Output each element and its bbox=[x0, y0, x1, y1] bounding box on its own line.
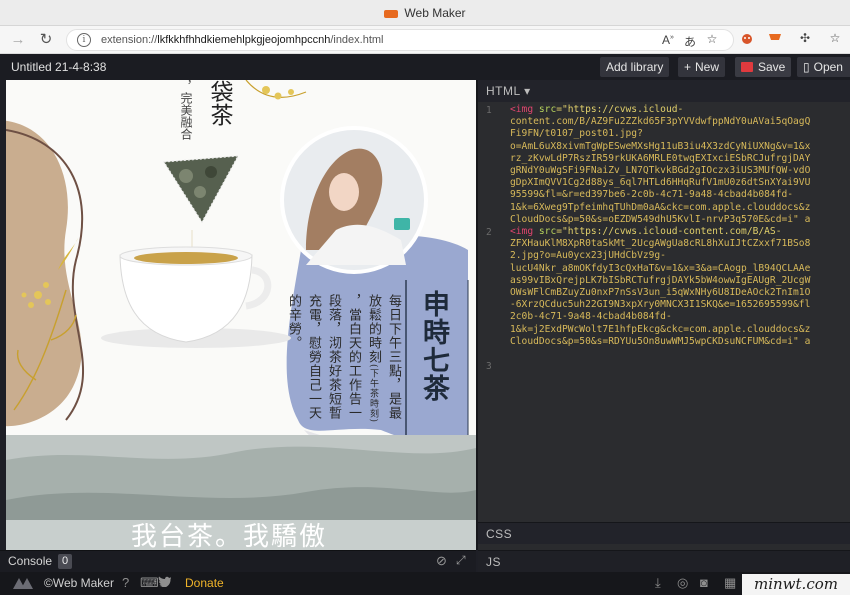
clear-console-icon[interactable]: ⊘ bbox=[436, 553, 447, 569]
code-line: Fi9FN/t0107_post01.jpg? bbox=[510, 128, 643, 140]
folder-icon: ▯ bbox=[803, 60, 810, 74]
js-pane-header[interactable]: JS bbox=[478, 550, 850, 572]
footer-brand[interactable]: ©Web Maker bbox=[44, 576, 114, 590]
code-line: as99vIBxQrejpLK7bISbRCTufrgjDAYk5bW4owwI… bbox=[510, 274, 811, 286]
url-text: extension://lkfkkhfhhdkiemehlpkgjeojomhp… bbox=[101, 34, 384, 46]
webmaker-favicon-icon bbox=[384, 9, 399, 18]
watermark: minwt.com bbox=[742, 574, 850, 595]
chevron-down-icon[interactable]: ▾ bbox=[524, 84, 531, 98]
html-code[interactable]: <img src="https://cvws.icloud-content.co… bbox=[510, 104, 850, 348]
code-line: rz_zKvwLdP7RszIR59rkUKA6MRLE0twqEXIxciES… bbox=[510, 152, 811, 164]
add-library-button[interactable]: Add library bbox=[600, 57, 670, 77]
favorite-star-icon[interactable]: ☆ bbox=[703, 32, 721, 46]
console-bar[interactable]: Console 0 ⊘ ⤢ bbox=[0, 550, 476, 572]
code-line: -6XrzQCduc5uh22GI9N3xpXry0MNCX3I1SKQ&e=1… bbox=[510, 299, 811, 311]
poster-text-col6: 的辛勞。 bbox=[286, 294, 301, 350]
code-line: <img src="https://cvws.icloud-content.co… bbox=[510, 226, 782, 238]
poster-top-text: ，完美融合 bbox=[179, 80, 193, 140]
line-number: 2 bbox=[486, 227, 492, 238]
poster-text-col5: 充電，慰勞自己一天 bbox=[306, 294, 321, 420]
poster-top-heading: 袋茶 bbox=[206, 80, 232, 126]
save-icon bbox=[741, 62, 753, 72]
poster-banner: 我台茶。我驕傲 bbox=[131, 522, 328, 550]
preview-frame[interactable]: 袋茶 ，完美融合 申時七茶 每日下午三點，是最 放鬆的時刻(下午茶時刻) ，當白… bbox=[6, 80, 476, 550]
screenshot-camera-icon[interactable]: ◙ bbox=[700, 575, 708, 590]
codepen-icon[interactable]: ◎ bbox=[677, 575, 688, 591]
code-line: CloudDocs&p=50&s=RDYUu5On8uwWMJ5wpCKDsuN… bbox=[510, 335, 811, 347]
code-line: OWsWFlCmBZuyZu0nxP7nSsV3un_i5qWxNHy6U8ID… bbox=[510, 287, 811, 299]
code-line: o=AmL6uX8xivmTgWpESweMXsHg11uB3iu4X3zdCy… bbox=[510, 140, 811, 152]
code-line: lucU4Nkr_a8mOKfdyI3cQxHaT&v=1&x=3&a=CAog… bbox=[510, 262, 811, 274]
twitter-icon[interactable] bbox=[158, 575, 171, 590]
reload-icon[interactable]: ↻ bbox=[36, 30, 56, 50]
css-pane-header[interactable]: CSS bbox=[478, 522, 850, 544]
console-label[interactable]: Console bbox=[8, 554, 52, 568]
webmaker-logo-icon bbox=[13, 578, 33, 589]
code-line: 95599&fl=&r=ed397be6-2c0b-4c71-9a48-4cba… bbox=[510, 189, 794, 201]
code-line: ZFXHauKlM8XpR0taSkMt_2UcgAWgUa8cRL8hXuIJ… bbox=[510, 238, 811, 250]
line-gutter: 1 2 3 bbox=[478, 102, 506, 522]
html-pane-header[interactable]: HTML ▾ bbox=[478, 80, 850, 102]
favorites-list-icon[interactable]: ☆ bbox=[826, 31, 844, 45]
code-line: 2c0b-4c71-9a48-4cbad4b084fd- bbox=[510, 311, 672, 323]
new-button[interactable]: + New bbox=[678, 57, 726, 77]
donate-link[interactable]: Donate bbox=[185, 576, 224, 590]
poster-text-col1: 每日下午三點，是最 bbox=[386, 294, 401, 420]
help-icon[interactable]: ? bbox=[122, 575, 129, 590]
code-line: 1&k=6Xweg9TpfeimhqTUhDm0aA&ckc=com.apple… bbox=[510, 201, 811, 213]
poster-title: 申時七茶 bbox=[418, 290, 449, 402]
extensions-puzzle-icon[interactable]: ✣ bbox=[796, 31, 814, 45]
save-button[interactable]: Save bbox=[735, 57, 792, 77]
code-line: 1&k=j2ExdPWcWolt7E1hfpEkcg&ckc=com.apple… bbox=[510, 323, 811, 335]
forward-arrow-icon[interactable]: → bbox=[8, 30, 28, 50]
app-footer: ©Web Maker ? ⌨ Donate ⤓ ◎ ◙ ▦ bbox=[0, 572, 850, 595]
line-number: 3 bbox=[486, 361, 492, 372]
translate-icon[interactable]: あ bbox=[681, 33, 699, 50]
keyboard-shortcuts-icon[interactable]: ⌨ bbox=[140, 575, 159, 591]
plus-icon: + bbox=[684, 60, 692, 74]
html-code-area[interactable]: 1 2 3 <img src="https://cvws.icloud-cont… bbox=[478, 102, 850, 522]
code-line: gDpXImQVV1Cg2d88ys_6ql7HTLd6HHqRufV1mU0z… bbox=[510, 177, 811, 189]
code-line: 2.jpg?o=Au0ycx23jUHdCbVz9g- bbox=[510, 250, 666, 262]
code-line: content.com/B/AZ9Fu2ZZkd65F3pYVVdwfppNdY… bbox=[510, 116, 811, 128]
poster-text-col2: 放鬆的時刻(下午茶時刻) bbox=[366, 294, 381, 424]
read-aloud-icon[interactable]: A» bbox=[659, 33, 677, 47]
window-titlebar: Web Maker bbox=[0, 0, 850, 26]
open-button[interactable]: ▯ Open bbox=[797, 57, 850, 77]
code-editor: HTML ▾ 1 2 3 <img src="https://cvws.iclo… bbox=[476, 80, 850, 550]
project-title[interactable]: Untitled 21-4-8:38 bbox=[11, 60, 106, 74]
webmaker-extension-icon[interactable] bbox=[766, 31, 784, 45]
poster-artwork bbox=[6, 80, 476, 550]
expand-console-icon[interactable]: ⤢ bbox=[456, 553, 466, 568]
extension-bug-icon[interactable] bbox=[738, 31, 756, 48]
console-count-badge: 0 bbox=[58, 554, 73, 569]
code-line: CloudDocs&p=50&s=oEZDW549dhU5KvlI-nrvP3q… bbox=[510, 213, 811, 225]
code-line: gRNdY0uWgSFi9FNaiZv_LN7QTkvkBGd2gIOczx3i… bbox=[510, 165, 811, 177]
browser-toolbar: → ↻ i extension://lkfkkhfhhdkiemehlpkgje… bbox=[0, 26, 850, 54]
app-header: Untitled 21-4-8:38 Add library + New Save… bbox=[0, 54, 850, 80]
address-bar[interactable]: i extension://lkfkkhfhhdkiemehlpkgjeojom… bbox=[66, 29, 734, 51]
line-number: 1 bbox=[486, 105, 492, 116]
poster-text-col3: ，當白天的工作告一 bbox=[346, 294, 361, 420]
code-line: <img src="https://cvws.icloud- bbox=[510, 104, 684, 115]
site-info-icon[interactable]: i bbox=[77, 33, 91, 47]
layout-icon[interactable]: ▦ bbox=[724, 575, 736, 591]
window-title: Web Maker bbox=[0, 6, 850, 20]
download-icon[interactable]: ⤓ bbox=[655, 575, 661, 591]
poster-text-col4: 段落，沏茶好茶短暫 bbox=[326, 294, 341, 420]
